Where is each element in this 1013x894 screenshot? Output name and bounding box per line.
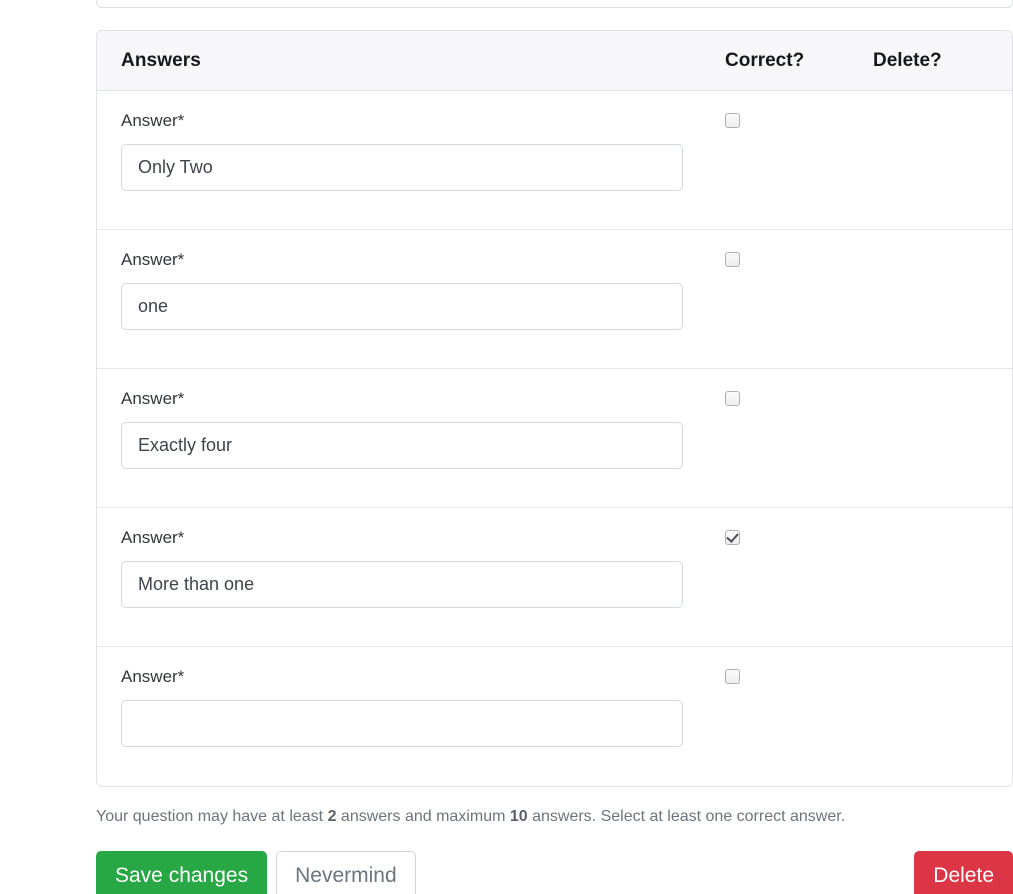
- answer-cell: Answer*: [121, 91, 725, 192]
- primary-actions: Save changes Nevermind: [96, 851, 416, 894]
- correct-checkbox[interactable]: [725, 391, 740, 406]
- answer-input[interactable]: [121, 283, 683, 331]
- answers-help-text: Your question may have at least 2 answer…: [96, 807, 845, 828]
- correct-cell: [725, 230, 873, 267]
- help-part2: answers and maximum: [336, 808, 510, 825]
- answer-input[interactable]: [121, 700, 683, 748]
- answers-table-header: Answers Correct? Delete?: [97, 31, 1012, 91]
- table-row: Answer*: [97, 230, 1012, 369]
- answer-cell: Answer*: [121, 230, 725, 331]
- answer-label: Answer*: [121, 389, 185, 408]
- help-part3: answers. Select at least one correct ans…: [527, 808, 846, 825]
- answer-label: Answer*: [121, 250, 185, 269]
- answers-panel: Answers Correct? Delete? Answer* Answer*: [96, 30, 1013, 787]
- table-row: Answer*: [97, 369, 1012, 508]
- delete-cell: [873, 91, 988, 113]
- previous-panel-cutoff: [96, 0, 1013, 8]
- delete-cell: [873, 647, 988, 669]
- answer-input[interactable]: [121, 144, 683, 192]
- column-header-answers: Answers: [121, 49, 201, 71]
- correct-checkbox[interactable]: [725, 113, 740, 128]
- answer-label: Answer*: [121, 528, 185, 547]
- help-part1: Your question may have at least: [96, 808, 328, 825]
- delete-cell: [873, 369, 988, 391]
- table-row: Answer*: [97, 508, 1012, 647]
- answer-label: Answer*: [121, 667, 185, 686]
- correct-cell: [725, 369, 873, 406]
- correct-checkbox[interactable]: [725, 669, 740, 684]
- table-row: Answer*: [97, 91, 1012, 230]
- correct-checkbox[interactable]: [725, 530, 740, 545]
- help-max-answers: 10: [509, 808, 528, 825]
- column-header-correct: Correct?: [725, 49, 805, 71]
- correct-cell: [725, 647, 873, 684]
- correct-cell: [725, 91, 873, 128]
- answer-cell: Answer*: [121, 508, 725, 609]
- answer-input[interactable]: [121, 422, 683, 470]
- table-row: Answer*: [97, 647, 1012, 786]
- nevermind-button[interactable]: Nevermind: [276, 851, 416, 894]
- delete-cell: [873, 508, 988, 530]
- column-header-delete: Delete?: [873, 49, 942, 71]
- correct-cell: [725, 508, 873, 545]
- correct-checkbox[interactable]: [725, 252, 740, 267]
- answer-cell: Answer*: [121, 369, 725, 470]
- delete-cell: [873, 230, 988, 252]
- answer-label: Answer*: [121, 111, 185, 130]
- delete-button[interactable]: Delete: [914, 851, 1013, 894]
- question-editor-page: Answers Correct? Delete? Answer* Answer*: [0, 0, 1013, 894]
- answer-cell: Answer*: [121, 647, 725, 748]
- save-button[interactable]: Save changes: [96, 851, 268, 894]
- answer-input[interactable]: [121, 561, 683, 609]
